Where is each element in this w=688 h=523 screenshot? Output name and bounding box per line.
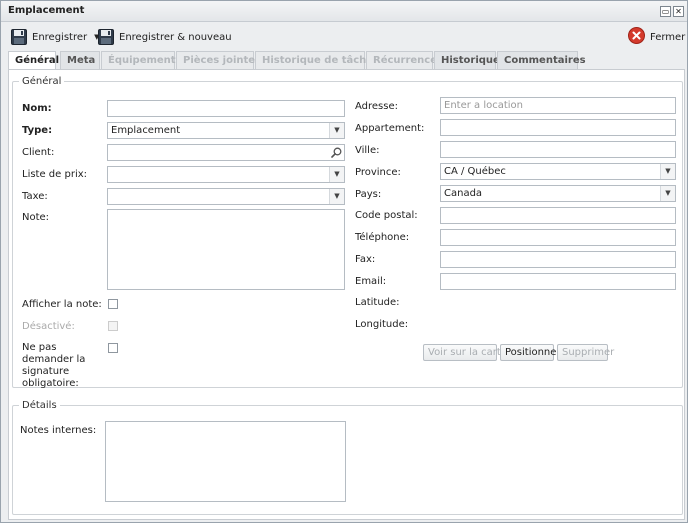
internal-notes-textarea[interactable] [105,421,346,502]
tax-label: Taxe: [22,191,48,202]
disabled-checkbox[interactable] [108,321,118,331]
price-list-label: Liste de prix: [22,169,88,180]
address-input[interactable]: Enter a location [440,97,676,114]
signature-checkbox[interactable] [108,343,118,353]
tab-label: Équipements [108,55,182,66]
tab-label: Historique de tâches [262,55,380,66]
close-circle-icon [628,27,645,47]
email-input[interactable] [440,273,676,290]
province-label: Province: [355,167,401,178]
tab-label: Général [15,55,59,66]
tab-general[interactable]: Général [8,51,59,70]
note-label: Note: [22,212,50,223]
type-value: Emplacement [111,125,181,136]
internal-notes-label: Notes internes: [20,425,97,436]
tab-label: Récurrence [373,55,438,66]
chevron-down-icon[interactable]: ▼ [660,186,675,201]
nom-input[interactable] [107,100,345,117]
floppy-disk-icon [98,29,114,45]
city-input[interactable] [440,141,676,158]
client-label: Client: [22,147,55,158]
window-title: Emplacement [8,5,85,16]
province-value: CA / Québec [444,166,506,177]
tax-select[interactable]: ▼ [107,188,345,205]
nom-label: Nom: [22,103,52,114]
close-button[interactable]: Fermer [628,27,685,47]
tab-historique[interactable]: Historique [434,51,500,69]
view-on-map-button[interactable]: Voir sur la carte [423,344,507,361]
phone-label: Téléphone: [355,232,410,243]
tab-historique-de-taches[interactable]: Historique de tâches [255,51,379,69]
save-and-new-label: Enregistrer & nouveau [119,31,232,43]
apartment-label: Appartement: [355,123,425,134]
client-input[interactable] [107,144,345,161]
show-note-checkbox[interactable] [108,299,118,309]
province-select[interactable]: CA / Québec ▼ [440,163,676,180]
maximize-icon: ▭ [661,7,670,16]
note-textarea[interactable] [107,209,345,290]
country-label: Pays: [355,189,382,200]
save-label: Enregistrer [32,31,88,43]
maximize-button[interactable]: ▭ [660,6,671,17]
toolbar: Enregistrer ▼ Enregistrer & nouveau Ferm… [1,23,687,51]
show-note-label: Afficher la note: [22,299,102,310]
type-label: Type: [22,125,53,136]
chevron-down-icon[interactable]: ▼ [329,189,344,204]
chevron-down-icon[interactable]: ▼ [660,164,675,179]
delete-position-button[interactable]: Supprimer [557,344,614,361]
tab-recurrence[interactable]: Récurrence [366,51,437,69]
details-legend: Détails [22,400,57,411]
title-bar: Emplacement ▭ ✕ [1,1,687,22]
tab-equipements[interactable]: Équipements [101,51,182,69]
position-button[interactable]: Positionner [500,344,561,361]
general-panel: Général Nom: Type: Emplacement ▼ Client:… [8,69,685,520]
save-button[interactable]: Enregistrer ▼ [11,27,100,47]
tab-label: Historique [441,55,500,66]
postal-code-label: Code postal: [355,210,418,221]
close-window-button[interactable]: ✕ [673,6,684,17]
chevron-down-icon[interactable]: ▼ [329,167,344,182]
tab-label: Commentaires [504,55,586,66]
tab-label: Pièces jointes [183,55,262,66]
chevron-down-icon[interactable]: ▼ [329,123,344,138]
address-label: Adresse: [355,101,398,112]
signature-label: Ne pas demander la signature obligatoire… [22,342,86,389]
save-and-new-button[interactable]: Enregistrer & nouveau [98,27,232,47]
tab-label: Meta [67,55,96,66]
floppy-disk-icon [11,29,27,45]
fax-input[interactable] [440,251,676,268]
longitude-label: Longitude: [355,319,409,330]
country-select[interactable]: Canada ▼ [440,185,676,202]
close-label: Fermer [650,31,686,43]
tab-commentaires[interactable]: Commentaires [497,51,586,69]
emplacement-window: Emplacement ▭ ✕ Enregistrer ▼ Enregistre… [0,0,688,523]
postal-code-input[interactable] [440,207,676,224]
disabled-label: Désactivé: [22,321,75,332]
email-label: Email: [355,276,387,287]
tab-meta[interactable]: Meta [60,51,100,69]
type-select[interactable]: Emplacement ▼ [107,122,345,139]
close-icon: ✕ [675,7,682,16]
city-label: Ville: [355,145,380,156]
phone-input[interactable] [440,229,676,246]
latitude-label: Latitude: [355,297,400,308]
price-list-select[interactable]: ▼ [107,166,345,183]
search-icon[interactable] [329,145,344,160]
country-value: Canada [444,188,483,199]
general-legend: Général [22,76,62,87]
fax-label: Fax: [355,254,376,265]
tab-pieces-jointes[interactable]: Pièces jointes [176,51,261,69]
apartment-input[interactable] [440,119,676,136]
